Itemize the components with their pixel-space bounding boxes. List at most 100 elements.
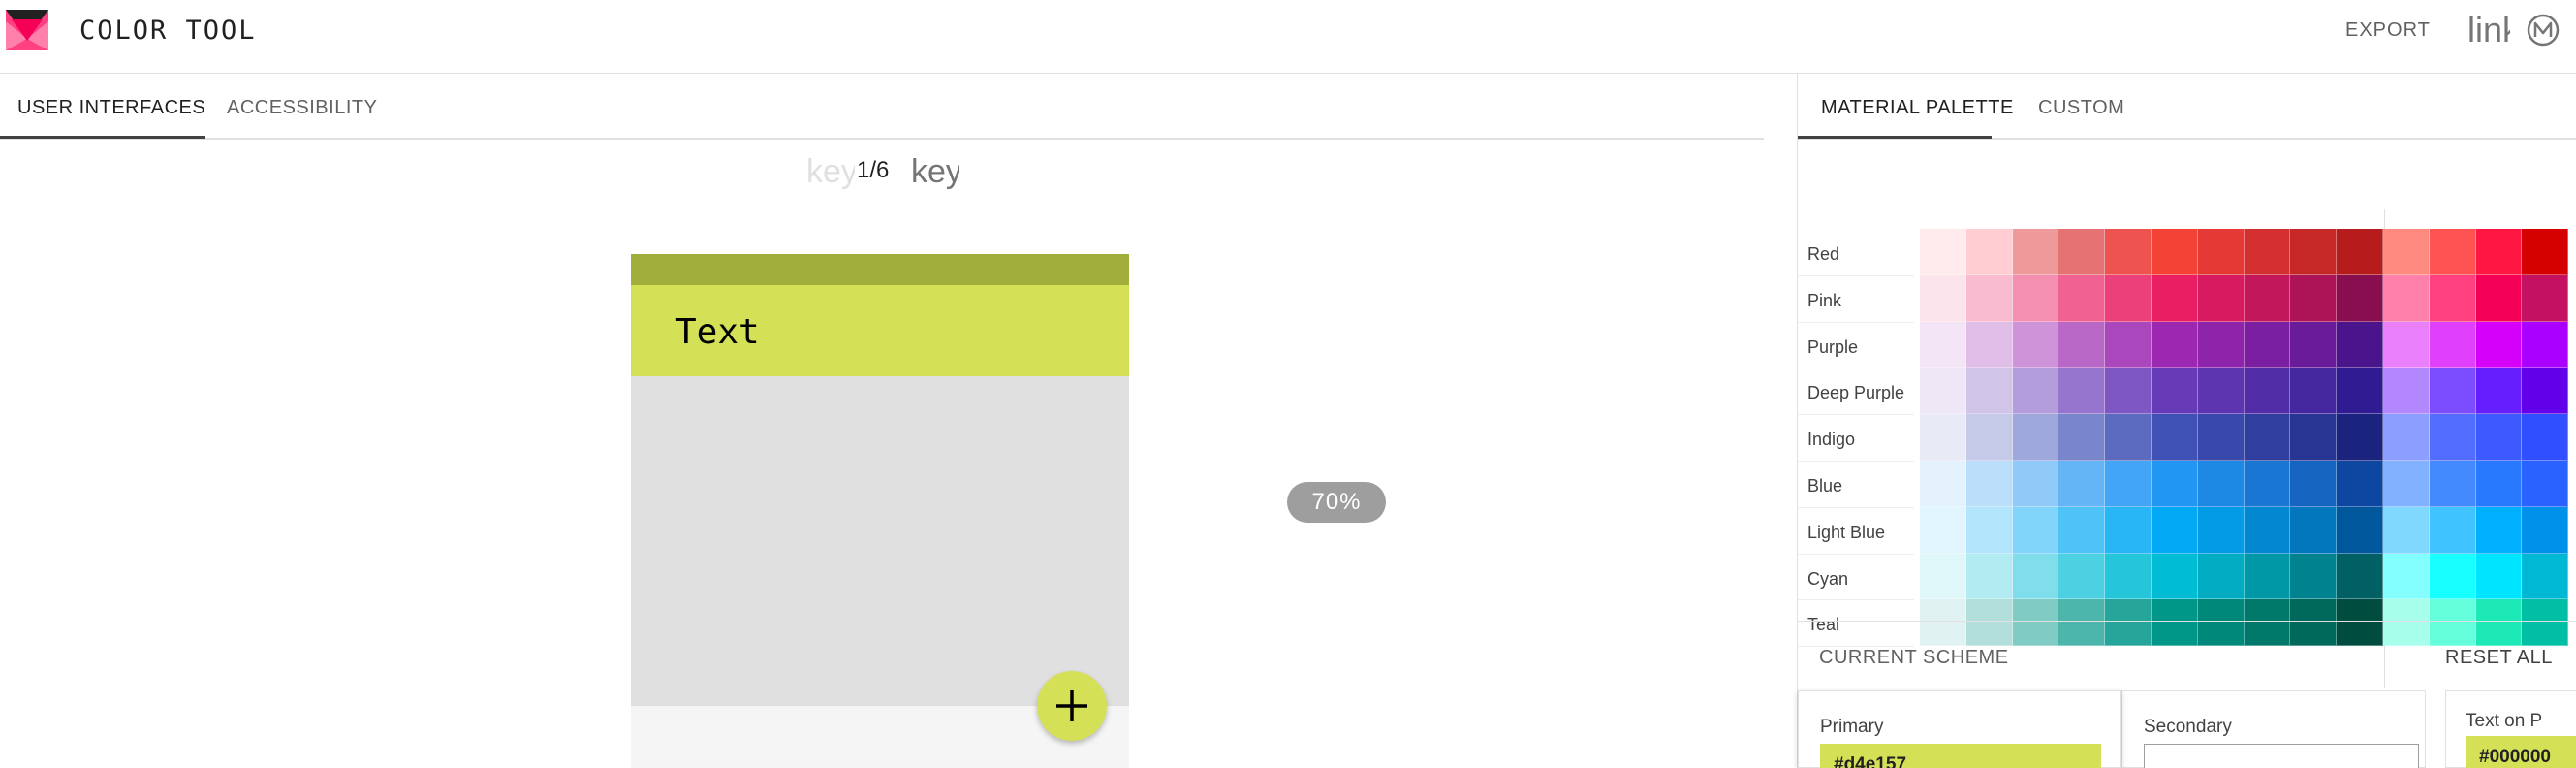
secondary-scheme-card[interactable]: Secondary bbox=[2121, 690, 2426, 768]
palette-swatch[interactable] bbox=[2429, 321, 2476, 368]
palette-swatch[interactable] bbox=[2105, 321, 2152, 368]
palette-swatch[interactable] bbox=[1920, 461, 1966, 507]
palette-swatch[interactable] bbox=[2197, 553, 2245, 600]
palette-swatch[interactable] bbox=[2429, 553, 2476, 600]
palette-swatch[interactable] bbox=[2290, 553, 2338, 600]
palette-swatch[interactable] bbox=[2152, 274, 2198, 322]
palette-swatch[interactable] bbox=[2429, 368, 2476, 415]
palette-swatch[interactable] bbox=[2058, 461, 2106, 507]
tab-user-interfaces[interactable]: USER INTERFACES bbox=[17, 97, 205, 119]
palette-swatch[interactable] bbox=[1965, 274, 2013, 322]
palette-swatch[interactable] bbox=[2383, 229, 2430, 275]
palette-swatch[interactable] bbox=[2522, 229, 2569, 275]
palette-swatch[interactable] bbox=[2244, 229, 2291, 275]
palette-swatch[interactable] bbox=[2522, 368, 2569, 415]
palette-swatch[interactable] bbox=[2383, 321, 2430, 368]
palette-swatch[interactable] bbox=[2197, 321, 2245, 368]
palette-swatch[interactable] bbox=[2012, 506, 2059, 554]
palette-swatch[interactable] bbox=[2522, 274, 2569, 322]
palette-swatch[interactable] bbox=[2429, 229, 2476, 275]
palette-swatch[interactable] bbox=[2105, 461, 2152, 507]
palette-swatch[interactable] bbox=[2058, 229, 2106, 275]
palette-swatch[interactable] bbox=[2105, 506, 2152, 554]
palette-swatch[interactable] bbox=[2244, 274, 2291, 322]
palette-swatch[interactable] bbox=[2058, 321, 2106, 368]
palette-swatch[interactable] bbox=[1965, 321, 2013, 368]
palette-swatch[interactable] bbox=[2383, 274, 2430, 322]
palette-swatch[interactable] bbox=[1965, 229, 2013, 275]
palette-swatch[interactable] bbox=[2522, 461, 2569, 507]
palette-swatch[interactable] bbox=[2152, 506, 2198, 554]
palette-swatch[interactable] bbox=[2383, 553, 2430, 600]
palette-swatch[interactable] bbox=[2012, 368, 2059, 415]
palette-swatch[interactable] bbox=[2058, 414, 2106, 461]
palette-swatch[interactable] bbox=[2337, 506, 2383, 554]
palette-swatch[interactable] bbox=[2244, 414, 2291, 461]
export-button[interactable]: EXPORT bbox=[2345, 19, 2431, 42]
palette-swatch[interactable] bbox=[2152, 414, 2198, 461]
palette-swatch[interactable] bbox=[2522, 414, 2569, 461]
palette-swatch[interactable] bbox=[2244, 368, 2291, 415]
palette-swatch[interactable] bbox=[2197, 506, 2245, 554]
palette-swatch[interactable] bbox=[2058, 553, 2106, 600]
next-preview-ghost[interactable]: key bbox=[911, 153, 959, 191]
palette-swatch[interactable] bbox=[2244, 461, 2291, 507]
palette-swatch[interactable] bbox=[2058, 274, 2106, 322]
palette-swatch[interactable] bbox=[2197, 368, 2245, 415]
palette-swatch[interactable] bbox=[1965, 461, 2013, 507]
palette-swatch[interactable] bbox=[2197, 414, 2245, 461]
palette-swatch[interactable] bbox=[2337, 461, 2383, 507]
palette-swatch[interactable] bbox=[2429, 506, 2476, 554]
palette-swatch[interactable] bbox=[2105, 274, 2152, 322]
palette-swatch[interactable] bbox=[2012, 414, 2059, 461]
palette-swatch[interactable] bbox=[2244, 321, 2291, 368]
palette-swatch[interactable] bbox=[1965, 553, 2013, 600]
palette-swatch[interactable] bbox=[2152, 461, 2198, 507]
palette-swatch[interactable] bbox=[1920, 321, 1966, 368]
palette-swatch[interactable] bbox=[2522, 506, 2569, 554]
palette-swatch[interactable] bbox=[2152, 321, 2198, 368]
palette-swatch[interactable] bbox=[2429, 414, 2476, 461]
palette-swatch[interactable] bbox=[2337, 229, 2383, 275]
palette-swatch[interactable] bbox=[1920, 506, 1966, 554]
zoom-level-badge[interactable]: 70% bbox=[1287, 482, 1386, 523]
palette-swatch[interactable] bbox=[1965, 368, 2013, 415]
floating-action-button[interactable] bbox=[1037, 671, 1107, 741]
palette-swatch[interactable] bbox=[2105, 368, 2152, 415]
palette-swatch[interactable] bbox=[2105, 553, 2152, 600]
palette-swatch[interactable] bbox=[2058, 368, 2106, 415]
palette-swatch[interactable] bbox=[2383, 414, 2430, 461]
palette-swatch[interactable] bbox=[2290, 461, 2338, 507]
palette-swatch[interactable] bbox=[2337, 553, 2383, 600]
previous-preview-ghost[interactable]: key bbox=[806, 153, 855, 191]
palette-swatch[interactable] bbox=[2012, 321, 2059, 368]
palette-swatch[interactable] bbox=[2012, 553, 2059, 600]
palette-swatch[interactable] bbox=[2475, 506, 2523, 554]
palette-swatch[interactable] bbox=[2383, 461, 2430, 507]
text-on-primary-swatch[interactable]: #000000 bbox=[2466, 736, 2576, 768]
secondary-color-swatch[interactable] bbox=[2144, 744, 2419, 768]
palette-swatch[interactable] bbox=[2290, 368, 2338, 415]
material-m-icon[interactable] bbox=[2527, 14, 2560, 47]
palette-swatch[interactable] bbox=[2152, 553, 2198, 600]
palette-swatch[interactable] bbox=[2290, 321, 2338, 368]
palette-swatch[interactable] bbox=[2012, 461, 2059, 507]
palette-swatch[interactable] bbox=[2475, 414, 2523, 461]
palette-swatch[interactable] bbox=[2383, 506, 2430, 554]
palette-swatch[interactable] bbox=[2475, 229, 2523, 275]
palette-swatch[interactable] bbox=[2244, 553, 2291, 600]
tab-custom[interactable]: CUSTOM bbox=[2038, 97, 2124, 119]
palette-swatch[interactable] bbox=[2290, 274, 2338, 322]
palette-swatch[interactable] bbox=[1920, 274, 1966, 322]
palette-swatch[interactable] bbox=[2290, 229, 2338, 275]
palette-swatch[interactable] bbox=[2105, 229, 2152, 275]
palette-swatch[interactable] bbox=[2522, 321, 2569, 368]
primary-scheme-card[interactable]: Primary #d4e157 bbox=[1798, 690, 2121, 768]
palette-swatch[interactable] bbox=[1920, 229, 1966, 275]
palette-swatch[interactable] bbox=[2012, 229, 2059, 275]
tab-material-palette[interactable]: MATERIAL PALETTE bbox=[1821, 97, 2014, 119]
palette-swatch[interactable] bbox=[2197, 461, 2245, 507]
link-button[interactable]: link bbox=[2467, 10, 2510, 50]
palette-swatch[interactable] bbox=[2337, 368, 2383, 415]
palette-swatch[interactable] bbox=[2475, 368, 2523, 415]
